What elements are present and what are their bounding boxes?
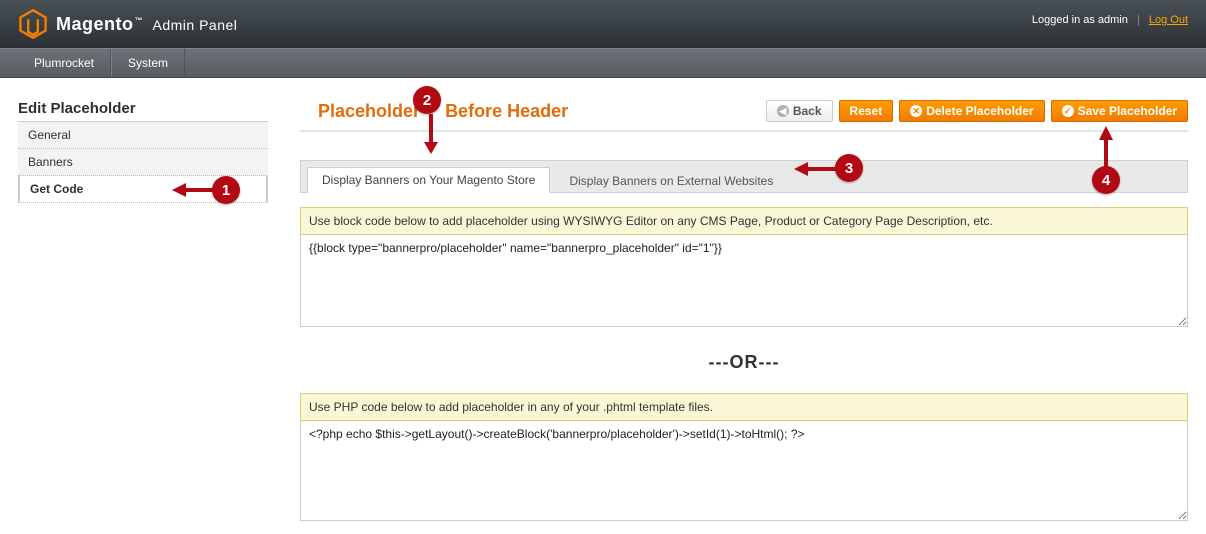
tab-display-magento-store[interactable]: Display Banners on Your Magento Store	[307, 167, 550, 193]
tab-bar: Display Banners on Your Magento Store Di…	[300, 160, 1188, 193]
php-code-note: Use PHP code below to add placeholder in…	[300, 393, 1188, 421]
back-button-label: Back	[793, 104, 822, 118]
main-menu: Plumrocket System	[0, 48, 1206, 78]
back-button[interactable]: ◀ Back	[766, 100, 833, 122]
delete-button-label: Delete Placeholder	[926, 104, 1033, 118]
separator: |	[1137, 14, 1140, 26]
save-button-label: Save Placeholder	[1078, 104, 1177, 118]
delete-icon: ✕	[910, 105, 922, 117]
callout-1: 1	[212, 176, 240, 204]
logged-in-label: Logged in as admin	[1032, 14, 1128, 26]
logo: Magento™ Admin Panel	[18, 9, 237, 39]
admin-header: Magento™ Admin Panel Logged in as admin …	[0, 0, 1206, 48]
menu-item-plumrocket[interactable]: Plumrocket	[18, 49, 111, 77]
brand-name: Magento™ Admin Panel	[56, 14, 237, 35]
callout-2: 2	[413, 86, 441, 114]
check-icon: ✓	[1062, 105, 1074, 117]
callout-2-arrow-icon	[424, 114, 438, 154]
callout-4-arrow-icon	[1099, 126, 1113, 168]
sidebar-item-general[interactable]: General	[18, 122, 268, 149]
block-code-textarea[interactable]	[300, 235, 1188, 327]
php-code-textarea[interactable]	[300, 421, 1188, 521]
magento-logo-icon	[18, 9, 48, 39]
sidebar-title: Edit Placeholder	[18, 100, 268, 122]
menu-item-system[interactable]: System	[111, 49, 185, 77]
tab-display-external-websites[interactable]: Display Banners on External Websites	[554, 168, 788, 193]
save-placeholder-button[interactable]: ✓ Save Placeholder	[1051, 100, 1188, 122]
or-separator: ---OR---	[300, 352, 1188, 373]
block-code-note: Use block code below to add placeholder …	[300, 207, 1188, 235]
logout-link[interactable]: Log Out	[1149, 14, 1188, 26]
header-user-info: Logged in as admin | Log Out	[1032, 14, 1188, 26]
back-arrow-icon: ◀	[777, 105, 789, 117]
sidebar: Edit Placeholder General Banners Get Cod…	[18, 100, 268, 524]
action-buttons: ◀ Back Reset ✕ Delete Placeholder ✓ Save…	[766, 100, 1188, 122]
sidebar-item-banners[interactable]: Banners	[18, 149, 268, 176]
page-title: Placeholder Before Header	[318, 101, 568, 122]
main-content: Placeholder Before Header ◀ Back Reset ✕…	[300, 100, 1188, 524]
reset-button[interactable]: Reset	[839, 100, 894, 122]
callout-3: 3	[835, 154, 863, 182]
panel-label: Admin Panel	[153, 17, 238, 33]
callout-1-arrow-icon	[172, 183, 214, 197]
tab-content: Use block code below to add placeholder …	[300, 193, 1188, 524]
delete-placeholder-button[interactable]: ✕ Delete Placeholder	[899, 100, 1044, 122]
reset-button-label: Reset	[850, 104, 883, 118]
callout-4: 4	[1092, 166, 1120, 194]
callout-3-arrow-icon	[794, 162, 838, 176]
